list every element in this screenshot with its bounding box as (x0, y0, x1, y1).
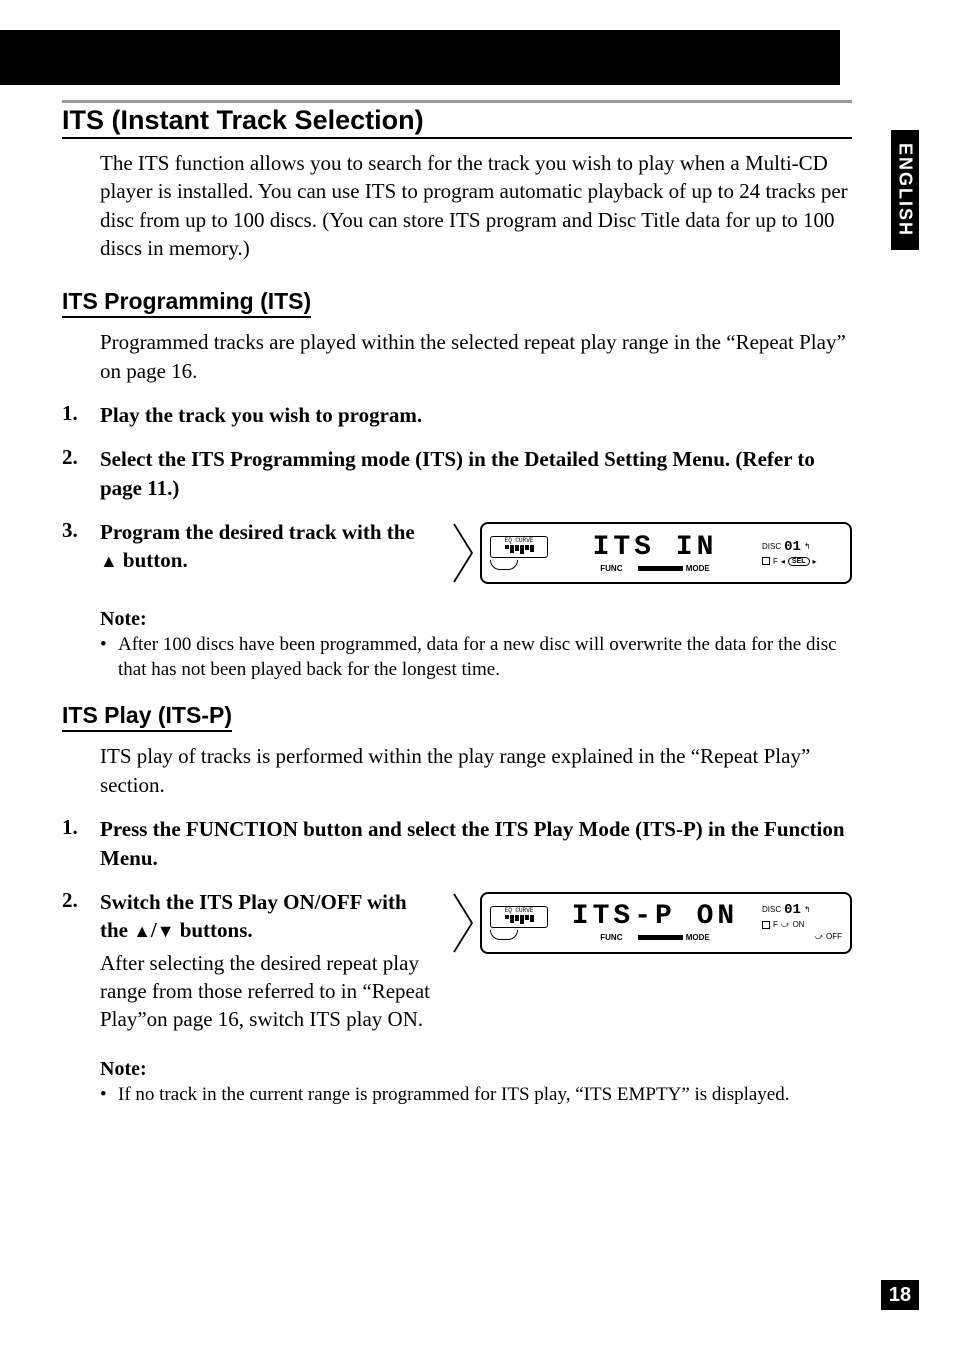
section-heading-its: ITS (Instant Track Selection) (62, 100, 852, 139)
step-number: 2. (62, 888, 100, 1034)
step-text: Select the ITS Programming mode (ITS) in… (100, 445, 852, 502)
step-text: Switch the ITS Play ON/OFF with the / bu… (100, 888, 430, 945)
step-explain-text: After selecting the desired repeat play … (100, 949, 430, 1034)
eq-curve-box: EQ CURVE (490, 536, 548, 558)
step-text: Play the track you wish to program. (100, 401, 852, 429)
lcd-figure-its-in: EQ CURVE ITS IN FUNC MODE DISC01↰ (450, 518, 852, 584)
language-side-tab: ENGLISH (891, 130, 919, 250)
step-number: 1. (62, 815, 100, 872)
lcd-f-label: F (773, 557, 778, 566)
step-number: 2. (62, 445, 100, 502)
lcd-disc-label: DISC (762, 542, 781, 551)
step-number: 1. (62, 401, 100, 429)
its-play-step-1: 1. Press the FUNCTION button and select … (62, 815, 852, 872)
page-content: ITS (Instant Track Selection) The ITS fu… (62, 100, 852, 1107)
down-triangle-icon (157, 918, 175, 942)
lcd-f-label: F (773, 920, 778, 929)
subheading-its-programming: ITS Programming (ITS) (62, 288, 311, 318)
bullet-icon: • (100, 633, 118, 682)
up-triangle-icon (100, 548, 118, 572)
its-prog-step-2: 2. Select the ITS Programming mode (ITS)… (62, 445, 852, 502)
lcd-func-label: FUNC (600, 564, 622, 573)
lcd-figure-its-p-on: EQ CURVE ITS-P ON FUNC MODE DISC01↰ (450, 888, 852, 954)
step-text: Program the desired track with the butto… (100, 518, 430, 575)
step-text: Press the FUNCTION button and select the… (100, 815, 852, 872)
lcd-disc-number: 01 (784, 902, 801, 918)
step-number: 3. (62, 518, 100, 584)
its-prog-step-1: 1. Play the track you wish to program. (62, 401, 852, 429)
note-label: Note: (100, 1058, 852, 1081)
pointer-icon (450, 892, 474, 954)
header-black-bar (0, 30, 840, 85)
eq-curve-box: EQ CURVE (490, 906, 548, 928)
lcd-main-text: ITS-P ON (558, 903, 752, 931)
lcd-display: EQ CURVE ITS IN FUNC MODE DISC01↰ (480, 522, 852, 584)
lcd-disc-number: 01 (784, 539, 801, 555)
note-text: If no track in the current range is prog… (118, 1083, 790, 1108)
its-play-step-2: 2. Switch the ITS Play ON/OFF with the /… (62, 888, 852, 1034)
lcd-display: EQ CURVE ITS-P ON FUNC MODE DISC01↰ (480, 892, 852, 954)
its-programming-intro: Programmed tracks are played within the … (100, 328, 852, 385)
pointer-icon (450, 522, 474, 584)
bullet-icon: • (100, 1083, 118, 1108)
page-number: 18 (881, 1280, 919, 1310)
note-text: After 100 discs have been programmed, da… (118, 633, 852, 682)
lcd-on-label: ON (792, 920, 804, 929)
lcd-mode-label: MODE (686, 564, 710, 573)
its-play-intro: ITS play of tracks is performed within t… (100, 742, 852, 799)
note-label: Note: (100, 608, 852, 631)
its-intro-text: The ITS function allows you to search fo… (100, 149, 852, 262)
its-prog-note: Note: • After 100 discs have been progra… (100, 608, 852, 682)
up-triangle-icon (133, 918, 151, 942)
subheading-its-play: ITS Play (ITS-P) (62, 702, 232, 732)
lcd-main-text: ITS IN (558, 534, 752, 562)
its-play-note: Note: • If no track in the current range… (100, 1058, 852, 1108)
its-prog-step-3: 3. Program the desired track with the bu… (62, 518, 852, 584)
lcd-mode-label: MODE (686, 933, 710, 942)
lcd-off-label: OFF (826, 932, 842, 941)
lcd-sel-label: SEL (788, 557, 810, 566)
lcd-func-label: FUNC (600, 933, 622, 942)
lcd-disc-label: DISC (762, 905, 781, 914)
